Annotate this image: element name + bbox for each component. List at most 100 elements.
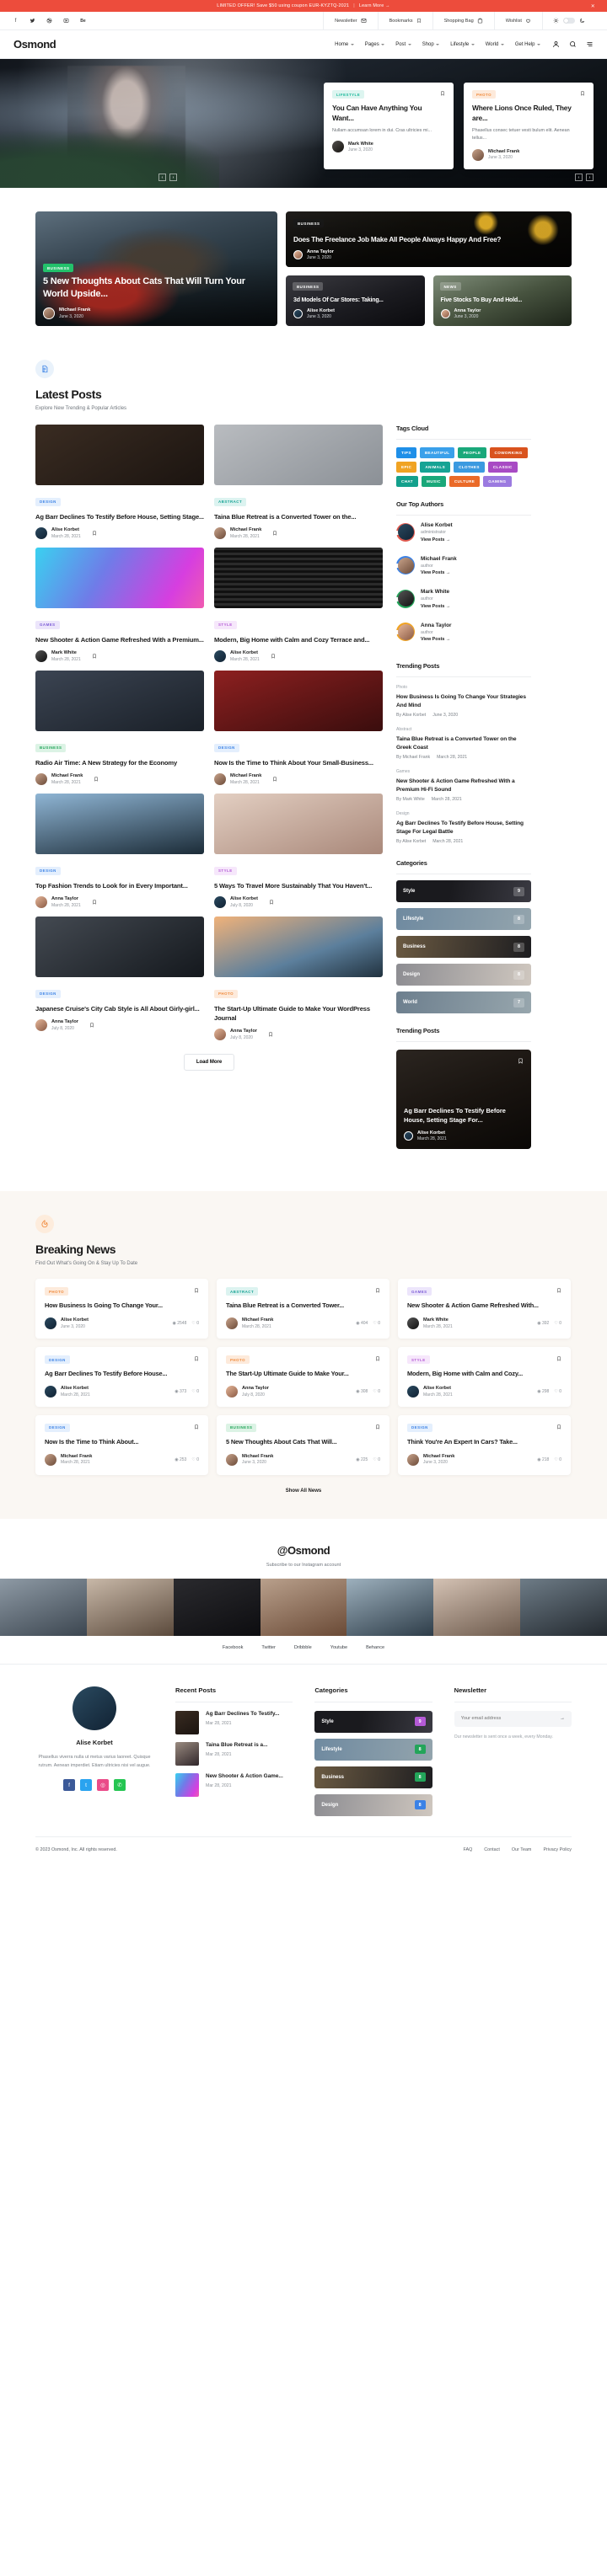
author-name[interactable]: Anna Taylor <box>51 896 81 901</box>
footer-link-faq[interactable]: FAQ <box>463 1847 472 1852</box>
bookmark-icon[interactable] <box>194 1424 199 1430</box>
author-name[interactable]: Anna Taylor <box>51 1019 78 1024</box>
category-badge[interactable]: GAMES <box>407 1287 432 1296</box>
post-thumbnail[interactable] <box>214 917 383 977</box>
post-title[interactable]: Top Fashion Trends to Look for in Every … <box>35 881 204 890</box>
author-name[interactable]: Michael Frank <box>59 307 90 313</box>
category-badge[interactable]: PHOTO <box>226 1355 250 1365</box>
featured-main-card[interactable]: BUSINESS 5 New Thoughts About Cats That … <box>35 211 277 326</box>
tag-classic[interactable]: CLASSIC <box>487 462 518 473</box>
social-link-twitter[interactable]: Twitter <box>261 1645 275 1650</box>
post-thumbnail[interactable] <box>35 794 204 854</box>
post-title[interactable]: New Shooter & Action Game... <box>206 1773 283 1781</box>
post-title[interactable]: 5 New Thoughts About Cats That Will... <box>226 1438 380 1447</box>
tag-culture[interactable]: CULTURE <box>449 476 481 487</box>
category-badge[interactable]: DESIGN <box>407 1423 432 1432</box>
author-name[interactable]: Alise Korbet <box>61 1317 89 1323</box>
author-name[interactable]: Alise Korbet <box>417 1130 447 1136</box>
dribbble-icon[interactable] <box>46 17 53 24</box>
newsletter-submit-button[interactable]: → <box>560 1716 565 1721</box>
view-posts-link[interactable]: View Posts → <box>421 637 451 642</box>
category-badge[interactable]: ABSTRACT <box>214 497 247 506</box>
author-name[interactable]: Michael Frank <box>242 1317 273 1323</box>
trending-item[interactable]: Abstract Taina Blue Retreat is a Convert… <box>396 719 531 762</box>
twitter-icon[interactable] <box>29 17 36 24</box>
breaking-news-card[interactable]: STYLE Modern, Big Home with Calm and Coz… <box>398 1347 571 1407</box>
tag-animals[interactable]: ANIMALS <box>420 462 451 473</box>
breaking-news-card[interactable]: DESIGN Think You're An Expert In Cars? T… <box>398 1414 571 1475</box>
breaking-news-card[interactable]: ABSTRACT Taina Blue Retreat is a Convert… <box>217 1279 389 1339</box>
user-icon[interactable] <box>552 40 560 48</box>
tag-chat[interactable]: CHAT <box>396 476 419 487</box>
bookmark-icon[interactable] <box>268 1031 273 1038</box>
trending-feature-title[interactable]: Ag Barr Declines To Testify Before House… <box>404 1107 524 1125</box>
post-title[interactable]: Ag Barr Declines To Testify Before House… <box>35 512 204 521</box>
category-badge[interactable]: DESIGN <box>35 866 61 875</box>
author-name[interactable]: Anna Taylor <box>454 308 481 313</box>
nav-item-post[interactable]: Post <box>395 42 411 47</box>
tag-beautiful[interactable]: BEAUTIFUL <box>419 447 455 458</box>
post-title[interactable]: Taina Blue Retreat is a Converted Tower.… <box>226 1301 380 1311</box>
instagram-photo[interactable] <box>86 1578 174 1636</box>
newsletter-form[interactable]: → <box>454 1710 572 1727</box>
bookmark-icon[interactable] <box>92 653 97 660</box>
newsletter-link[interactable]: Newsletter <box>323 11 377 30</box>
breaking-news-card[interactable]: GAMES New Shooter & Action Game Refreshe… <box>398 1279 571 1339</box>
nav-item-pages[interactable]: Pages <box>365 42 385 47</box>
trending-item[interactable]: Design Ag Barr Declines To Testify Befor… <box>396 804 531 846</box>
bookmark-icon[interactable] <box>556 1355 561 1362</box>
category-badge[interactable]: ABSTRACT <box>226 1287 259 1296</box>
instagram-photo[interactable] <box>0 1578 87 1636</box>
post-title[interactable]: Now Is the Time to Think About... <box>45 1438 199 1447</box>
hero-card-title[interactable]: You Can Have Anything You Want... <box>332 104 445 123</box>
bookmark-icon[interactable] <box>194 1287 199 1294</box>
bookmark-icon[interactable] <box>580 90 585 97</box>
featured-small-title[interactable]: Five Stocks To Buy And Hold... <box>441 297 565 305</box>
author-name[interactable]: Anna Taylor <box>421 623 451 628</box>
author-name[interactable]: Mark White <box>421 589 450 595</box>
search-icon[interactable] <box>569 40 577 48</box>
hero-next-button[interactable]: › <box>169 174 177 181</box>
tag-people[interactable]: PEOPLE <box>458 447 486 458</box>
post-thumbnail[interactable] <box>175 1710 199 1734</box>
post-title[interactable]: Taina Blue Retreat is a... <box>206 1742 267 1750</box>
behance-icon[interactable]: Be <box>79 17 87 24</box>
category-badge[interactable]: BUSINESS <box>43 264 74 272</box>
post-card[interactable]: DESIGN Japanese Cruise's City Cab Style … <box>35 917 204 1040</box>
author-name[interactable]: Alise Korbet <box>61 1386 90 1391</box>
post-thumbnail[interactable] <box>214 671 383 731</box>
category-badge[interactable]: BUSINESS <box>293 219 325 227</box>
category-badge[interactable]: DESIGN <box>35 497 61 506</box>
author-name[interactable]: Alise Korbet <box>423 1386 453 1391</box>
post-card[interactable]: ABSTRACT Taina Blue Retreat is a Convert… <box>214 425 383 539</box>
post-thumbnail[interactable] <box>35 548 204 608</box>
wishlist-link[interactable]: Wishlist <box>493 11 542 30</box>
trending-title[interactable]: Taina Blue Retreat is a Converted Tower … <box>396 735 531 751</box>
nav-item-lifestyle[interactable]: Lifestyle <box>450 42 475 47</box>
author-name[interactable]: Michael Frank <box>423 1454 454 1459</box>
category-badge[interactable]: BUSINESS <box>35 743 67 752</box>
bookmark-icon[interactable] <box>272 530 277 537</box>
nav-item-get-help[interactable]: Get Help <box>515 42 540 47</box>
author-item[interactable]: Michael Frank author View Posts → <box>396 549 531 583</box>
bookmark-icon[interactable] <box>556 1424 561 1430</box>
post-thumbnail[interactable] <box>214 548 383 608</box>
instagram-handle[interactable]: @Osmond <box>0 1544 607 1557</box>
post-card[interactable]: STYLE Modern, Big Home with Calm and Coz… <box>214 548 383 662</box>
category-badge[interactable]: DESIGN <box>45 1355 70 1365</box>
hero-card[interactable]: LIFESTYLE You Can Have Anything You Want… <box>324 83 454 169</box>
theme-toggle[interactable] <box>542 11 595 30</box>
category-badge[interactable]: GAMES <box>35 620 60 629</box>
tag-clothes[interactable]: CLOTHES <box>454 462 485 473</box>
hero-card-title[interactable]: Where Lions Once Ruled, They are... <box>472 104 585 123</box>
instagram-photo[interactable] <box>520 1578 607 1636</box>
hero-page-prev-button[interactable]: ‹ <box>575 174 583 181</box>
instagram-photo[interactable] <box>173 1578 261 1636</box>
author-name[interactable]: Michael Frank <box>51 773 83 778</box>
category-item[interactable]: Style 9 <box>314 1710 432 1733</box>
category-item[interactable]: Business 8 <box>396 936 531 959</box>
social-link-facebook[interactable]: Facebook <box>223 1645 244 1650</box>
theme-switch[interactable] <box>563 18 575 24</box>
bookmark-icon[interactable] <box>92 899 97 906</box>
trending-item[interactable]: Games New Shooter & Action Game Refreshe… <box>396 762 531 804</box>
